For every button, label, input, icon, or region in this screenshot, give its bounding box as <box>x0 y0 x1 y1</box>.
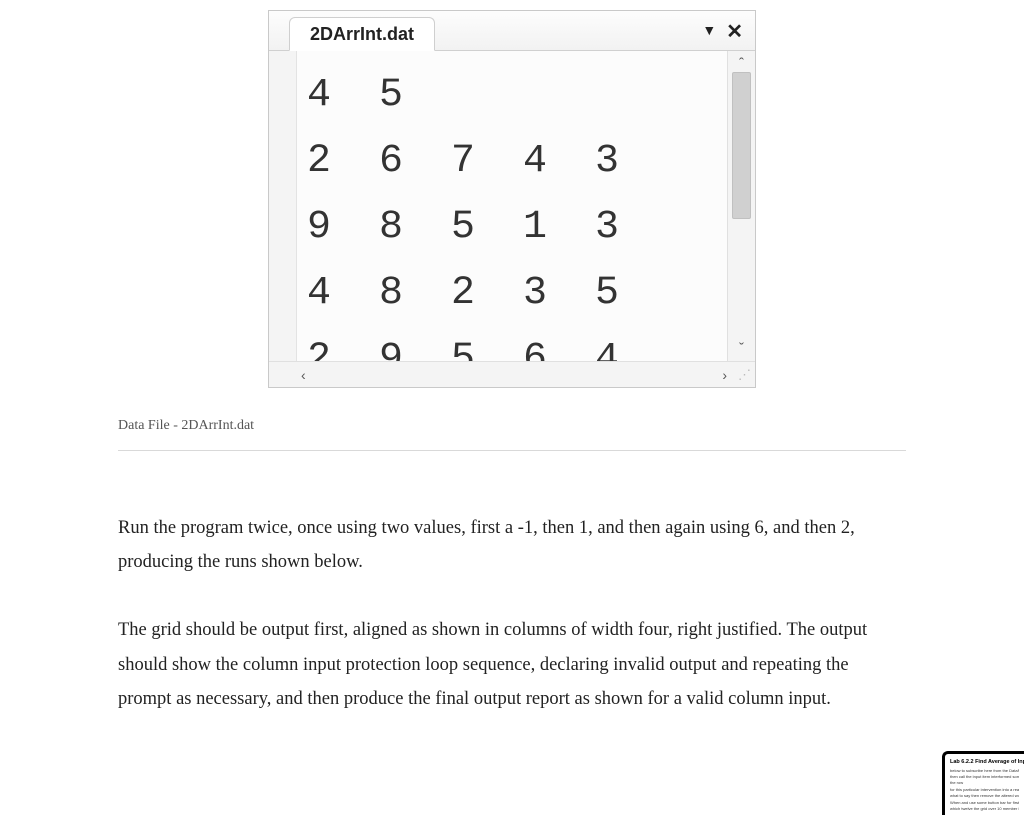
line-gutter <box>269 51 297 361</box>
file-viewer-titlebar: 2DArrInt.dat ▼ ✕ <box>269 11 755 51</box>
file-body: 4 5 2 6 7 4 3 9 8 5 1 3 4 8 2 3 5 2 9 5 … <box>269 51 755 361</box>
instruction-paragraph-1: Run the program twice, once using two va… <box>118 511 906 579</box>
close-icon[interactable]: ✕ <box>726 19 743 44</box>
file-text-content: 4 5 2 6 7 4 3 9 8 5 1 3 4 8 2 3 5 2 9 5 … <box>297 51 727 361</box>
separator <box>118 450 906 451</box>
dropdown-icon[interactable]: ▼ <box>702 24 716 40</box>
horizontal-scrollbar[interactable]: ‹ › ⋰ <box>269 361 755 387</box>
vscroll-track[interactable] <box>730 72 753 340</box>
pip-title: Lab 6.2.2 Find Average of Input F <box>950 759 1019 766</box>
pip-text-line: which twelve the grid over 10 member in … <box>950 806 1019 812</box>
figure-caption: Data File - 2DArrInt.dat <box>118 418 906 434</box>
vertical-scrollbar[interactable]: ˆ ˇ <box>727 51 755 361</box>
pip-text-line: what to say then remove the altered word… <box>950 793 1019 799</box>
scroll-left-icon[interactable]: ‹ <box>301 367 306 383</box>
file-tab[interactable]: 2DArrInt.dat <box>289 17 435 51</box>
picture-in-picture-preview[interactable]: Lab 6.2.2 Find Average of Input F below … <box>942 751 1024 815</box>
file-viewer-window: 2DArrInt.dat ▼ ✕ 4 5 2 6 7 4 3 9 8 5 1 3… <box>268 10 756 388</box>
vscroll-thumb[interactable] <box>732 72 751 219</box>
instruction-paragraph-2: The grid should be output first, aligned… <box>118 613 906 716</box>
resize-grip-icon[interactable]: ⋰ <box>727 367 751 383</box>
scroll-down-icon[interactable]: ˇ <box>739 340 744 357</box>
scroll-up-icon[interactable]: ˆ <box>739 55 744 72</box>
